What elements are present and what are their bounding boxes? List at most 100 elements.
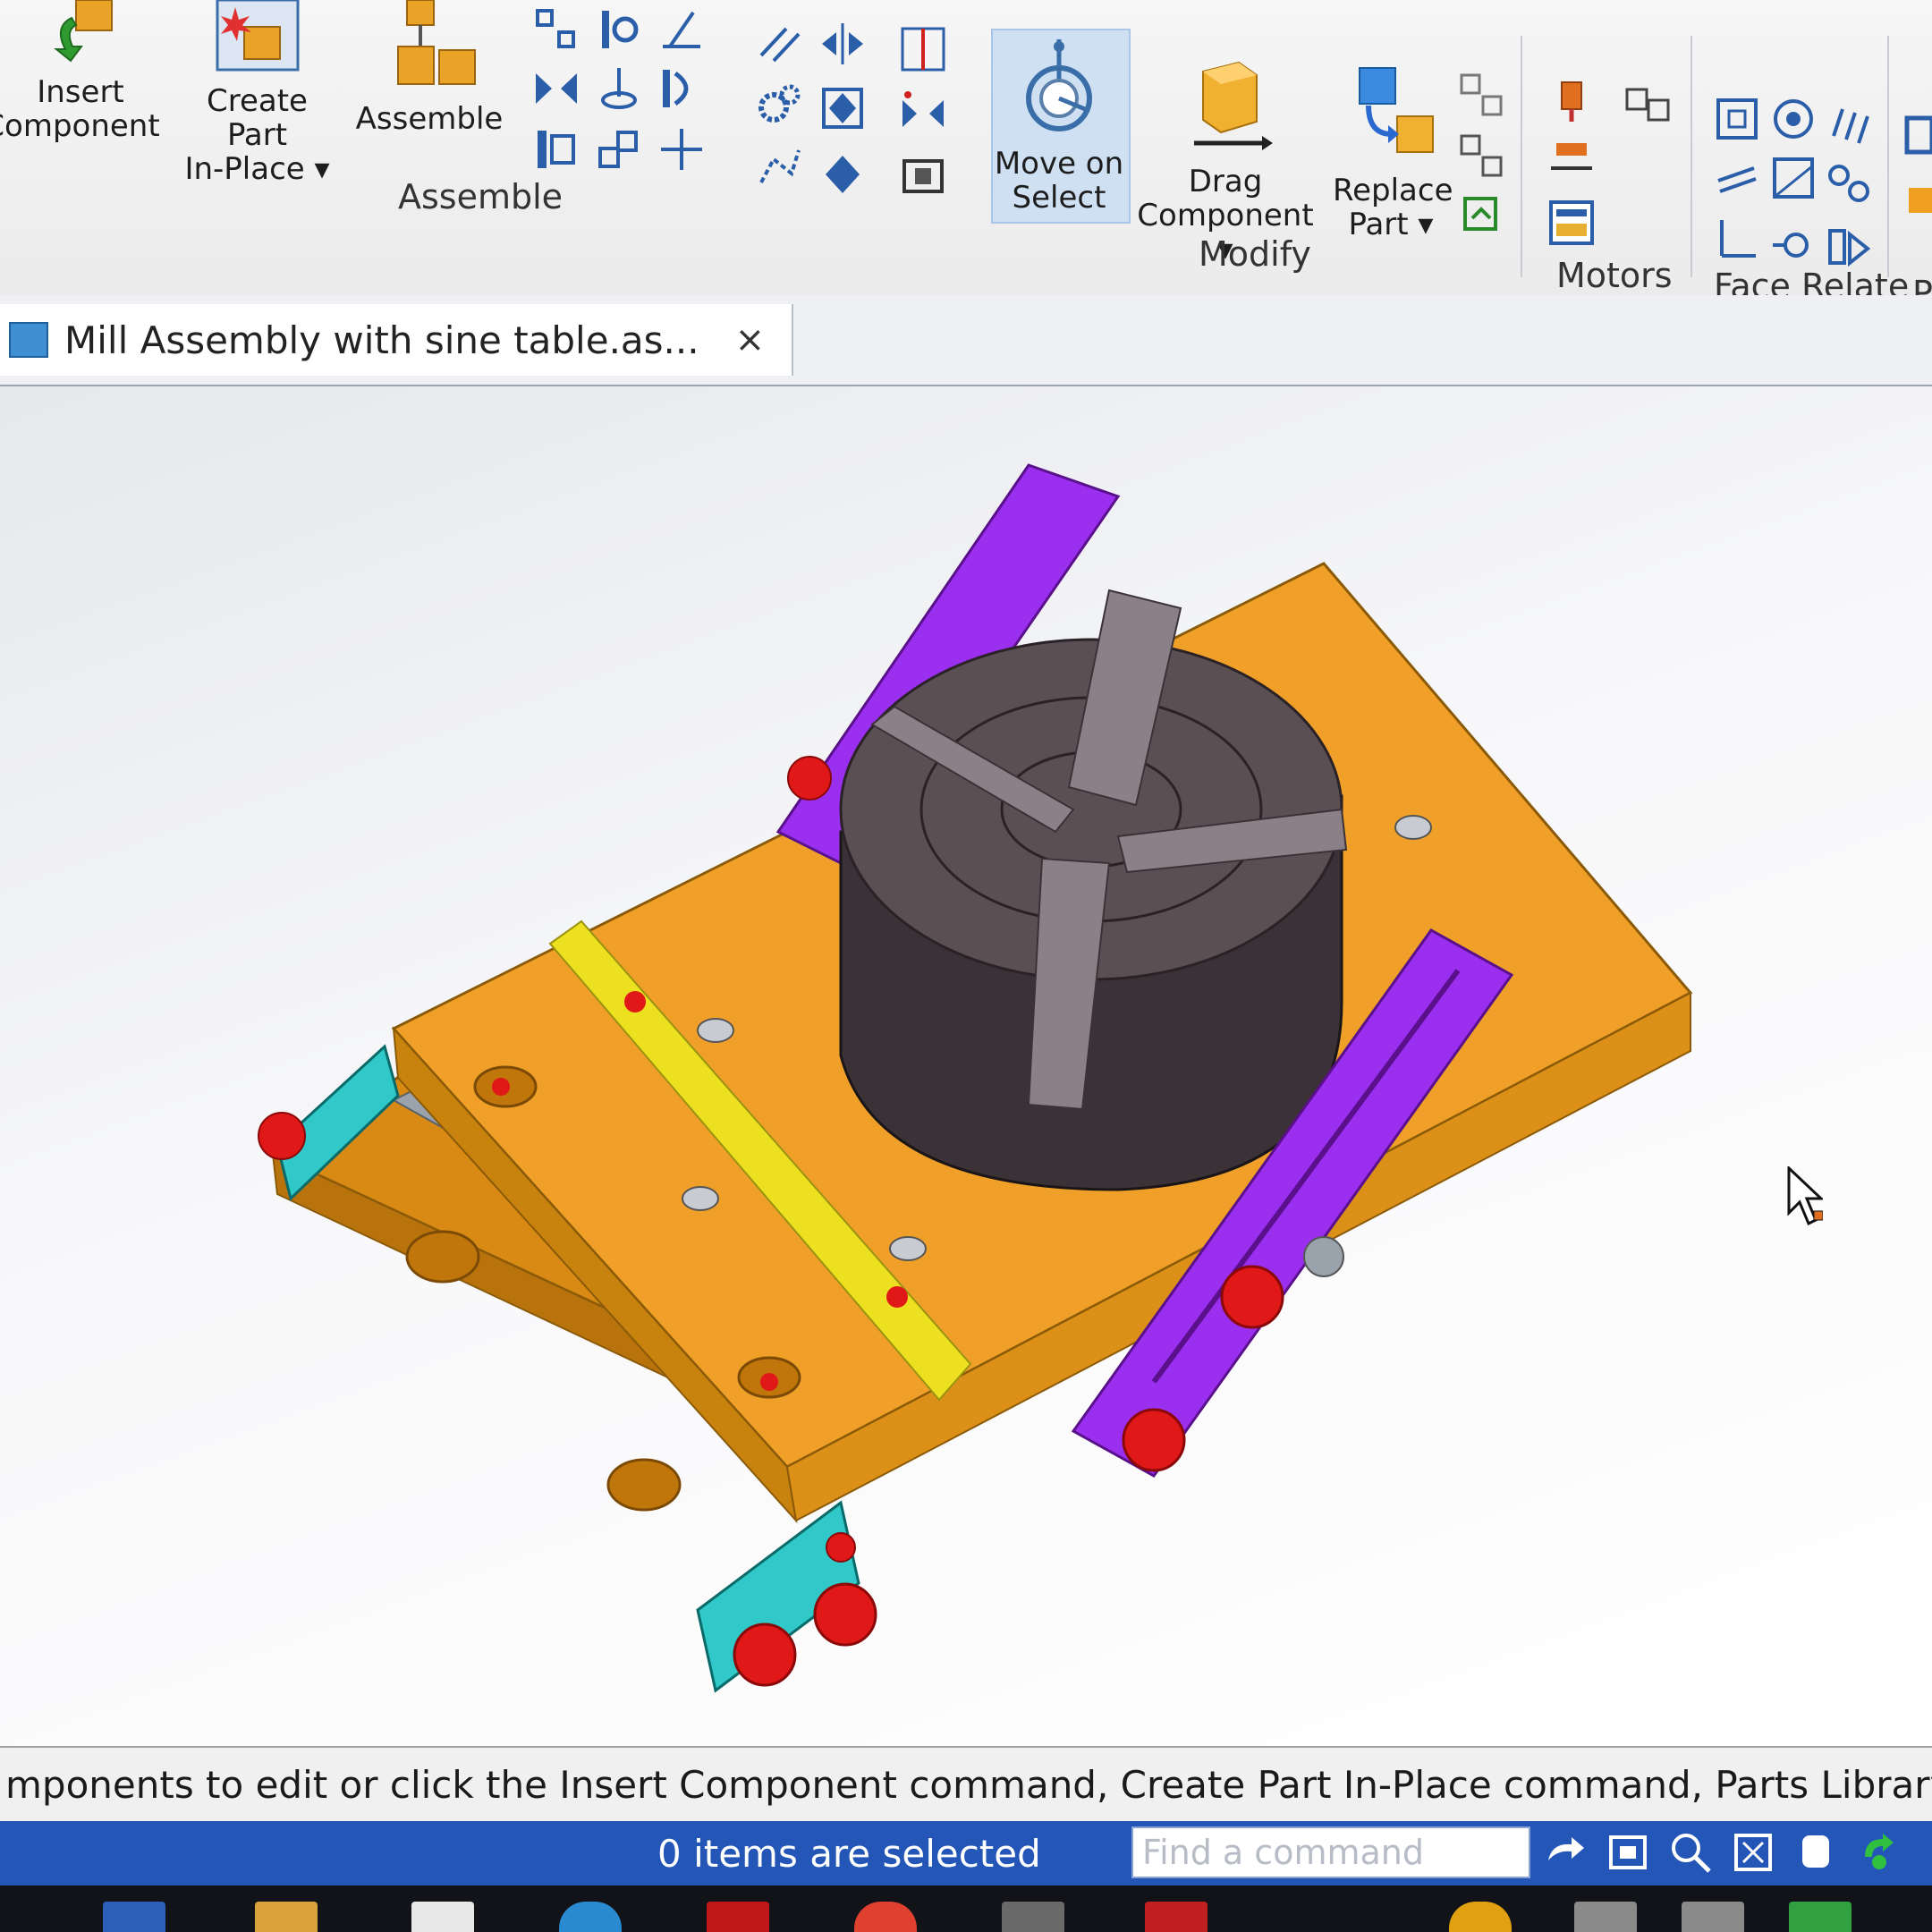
group-label-motors: Motors	[1556, 256, 1673, 295]
rigid-set-icon[interactable]	[818, 84, 867, 132]
document-tab[interactable]: Mill Assembly with sine table.as... ×	[0, 304, 794, 376]
mirror-component-icon[interactable]	[1458, 132, 1506, 181]
document-tab-bar: Mill Assembly with sine table.as... ×	[0, 295, 1932, 386]
face-angle-icon[interactable]	[1769, 154, 1818, 202]
motor-table-icon[interactable]	[1547, 199, 1596, 247]
app-3-taskbar-icon[interactable]	[1145, 1902, 1208, 1932]
insert-relate-icon[interactable]	[595, 64, 643, 113]
cam-relate-icon[interactable]	[756, 141, 804, 190]
ribbon-separator	[1521, 36, 1522, 277]
edge-taskbar-icon[interactable]	[559, 1902, 622, 1932]
app-taskbar-icon[interactable]	[411, 1902, 474, 1932]
face-perpendicular-icon[interactable]	[1713, 215, 1761, 263]
insert-component-button[interactable]: Insert Component	[0, 0, 161, 143]
pan-icon[interactable]	[1793, 1830, 1838, 1875]
face-symmetric-icon[interactable]	[1825, 100, 1873, 148]
insert-component-label-1: Insert	[37, 74, 124, 110]
group-label-assemble: Assemble	[398, 177, 564, 216]
rotate-view-icon[interactable]	[1856, 1830, 1901, 1875]
parallel-lines-icon[interactable]	[756, 20, 804, 68]
face-parallel-icon[interactable]	[1713, 154, 1761, 202]
screw-hole	[889, 1236, 927, 1261]
replace-part-label-1: Replace	[1333, 173, 1453, 208]
move-on-select-button[interactable]: Move on Select	[991, 36, 1127, 215]
assembly-document-icon	[9, 322, 48, 358]
linear-motor-icon[interactable]	[1547, 134, 1596, 182]
drag-component-icon	[1194, 61, 1273, 150]
ribbon: Insert Component Create Part In-Place ▾ …	[0, 0, 1932, 313]
path-relate-icon[interactable]	[899, 89, 947, 138]
zoom-area-icon[interactable]	[1606, 1830, 1650, 1875]
gear-relate-icon[interactable]	[756, 80, 804, 129]
end-block-cap	[813, 1582, 877, 1647]
close-tab-icon[interactable]: ×	[735, 319, 766, 360]
mill-assembly-model[interactable]	[0, 386, 1932, 1746]
rack-pinion-icon[interactable]	[818, 150, 867, 199]
app-2-taskbar-icon[interactable]	[1002, 1902, 1064, 1932]
planar-align-icon[interactable]	[657, 64, 706, 113]
mouse-cursor-icon	[1787, 1166, 1823, 1226]
mount-hole	[606, 1458, 682, 1512]
mate-relate-icon[interactable]	[532, 64, 580, 113]
insert-component-icon	[54, 0, 113, 63]
symmetric-icon[interactable]	[818, 20, 867, 68]
capture-fit-icon[interactable]	[899, 152, 947, 200]
assemble-label: Assemble	[355, 101, 504, 137]
tray-printer-icon[interactable]	[1682, 1902, 1744, 1932]
windows-taskbar	[0, 1885, 1932, 1932]
replace-part-button[interactable]: Replace Part ▾	[1333, 63, 1453, 242]
distance-relate-icon[interactable]	[532, 5, 580, 54]
group-label-modify: Modify	[1199, 234, 1311, 274]
zoom-icon[interactable]	[1668, 1830, 1713, 1875]
screw-hole	[1394, 815, 1432, 840]
red-bolt-head	[760, 1373, 778, 1391]
command-prompt-bar: mponents to edit or click the Insert Com…	[0, 1746, 1932, 1821]
rotational-motor-icon[interactable]	[1547, 75, 1596, 123]
tray-security-icon[interactable]	[1789, 1902, 1852, 1932]
mount-hole	[405, 1230, 480, 1284]
face-insert-icon[interactable]	[1825, 222, 1873, 270]
partial-tool-2-icon[interactable]	[1900, 175, 1932, 224]
simulate-motor-icon[interactable]	[1623, 80, 1672, 129]
find-command-box[interactable]	[1131, 1826, 1530, 1878]
create-part-in-place-button[interactable]: Create Part In-Place ▾	[174, 0, 340, 186]
face-tangent-icon[interactable]	[1825, 157, 1873, 206]
move-on-select-label-1: Move on	[994, 146, 1124, 182]
screw-hole	[682, 1186, 719, 1211]
tray-network-icon[interactable]	[1574, 1902, 1637, 1932]
go-arrow-icon[interactable]	[1543, 1830, 1588, 1875]
face-mate-icon[interactable]	[1713, 95, 1761, 143]
face-rotate-icon[interactable]	[1769, 218, 1818, 267]
red-bolt-head	[624, 991, 646, 1013]
parallel-relate-icon[interactable]	[532, 125, 580, 174]
angle-relate-icon[interactable]	[657, 5, 706, 54]
partial-tool-icon[interactable]	[1900, 111, 1932, 159]
end-block-cap	[258, 1112, 306, 1160]
graphics-viewport[interactable]	[0, 386, 1932, 1746]
insert-component-label-2: Component	[0, 108, 160, 144]
chrome-taskbar-icon[interactable]	[854, 1902, 917, 1932]
concentric-icon[interactable]	[1769, 95, 1818, 143]
status-bar: 0 items are selected	[0, 1821, 1932, 1885]
end-block-cap	[826, 1532, 856, 1563]
word-taskbar-icon[interactable]	[103, 1902, 165, 1932]
arm-pivot-cap	[1122, 1408, 1186, 1472]
transfer-icon[interactable]	[1458, 191, 1506, 240]
replace-part-label-2: Part ▾	[1348, 207, 1434, 242]
fit-view-icon[interactable]	[1731, 1830, 1775, 1875]
replace-part-icon	[1359, 67, 1434, 153]
explorer-taskbar-icon[interactable]	[255, 1902, 318, 1932]
find-command-input[interactable]	[1133, 1828, 1529, 1877]
assemble-button[interactable]: Assemble	[353, 0, 505, 136]
assemble-icon	[397, 0, 476, 85]
arm-pivot-cap	[1220, 1265, 1284, 1329]
more-relate-icon[interactable]	[657, 125, 706, 174]
pattern-icon[interactable]	[1458, 72, 1506, 120]
tangent-relate-icon[interactable]	[595, 125, 643, 174]
arm-pivot-cap	[1303, 1236, 1344, 1277]
center-plane-icon[interactable]	[899, 25, 947, 73]
solid-edge-taskbar-icon[interactable]	[707, 1902, 769, 1932]
arm-pivot-cap	[787, 756, 832, 801]
align-relate-icon[interactable]	[595, 5, 643, 54]
tray-icon[interactable]	[1449, 1902, 1512, 1932]
